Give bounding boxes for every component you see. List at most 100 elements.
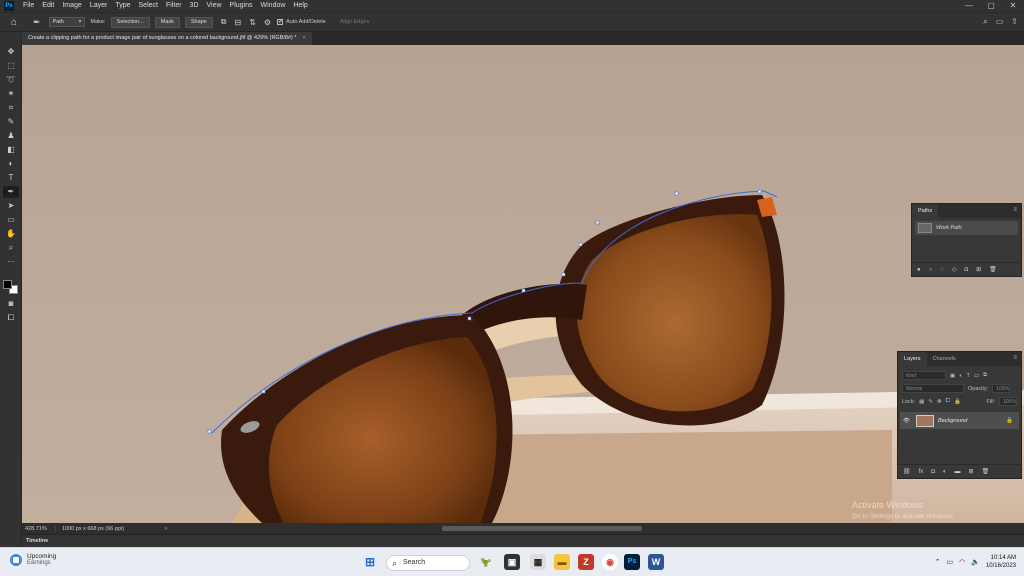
menu-image[interactable]: Image — [58, 0, 85, 12]
foreground-color-swatch[interactable] — [3, 280, 12, 289]
calculator-icon[interactable]: ▦ — [530, 554, 546, 570]
fill-field[interactable]: 100% — [999, 397, 1017, 406]
add-mask-icon[interactable]: ◘ — [964, 267, 968, 273]
adjustment-layer-icon[interactable]: ◐ — [943, 469, 947, 475]
work-path-row[interactable]: Work Path — [915, 221, 1018, 235]
weather-widget[interactable]: Upcoming Earnings — [10, 553, 56, 566]
filter-shape-icon[interactable]: ▭ — [974, 373, 979, 379]
quick-mask-icon[interactable]: ◙ — [3, 298, 19, 310]
pen-tool-icon[interactable]: ✒ — [3, 186, 19, 198]
menu-select[interactable]: Select — [135, 0, 162, 12]
windows-start-icon[interactable]: ⊞ — [362, 554, 378, 570]
volume-icon[interactable]: 🔈 — [971, 558, 980, 566]
filter-type-icon[interactable]: T — [967, 373, 970, 379]
filter-smart-icon[interactable]: ⧉ — [983, 372, 987, 379]
delete-layer-icon[interactable]: 🗑 — [982, 468, 990, 475]
maximize-button[interactable]: ▢ — [980, 0, 1002, 12]
wifi-icon[interactable]: ◠ — [959, 558, 965, 566]
chrome-icon[interactable]: ◉ — [602, 554, 618, 570]
task-view-icon[interactable]: ▣ — [504, 554, 520, 570]
taskbar-search[interactable]: Search — [386, 555, 470, 571]
magic-wand-tool-icon[interactable]: ✶ — [3, 88, 19, 100]
new-layer-icon[interactable]: ⊞ — [969, 468, 974, 475]
lock-artboard-icon[interactable]: ⧠ — [946, 398, 950, 405]
type-tool-icon[interactable]: T — [3, 172, 19, 184]
document-canvas[interactable] — [22, 45, 1024, 523]
photoshop-taskbar-icon[interactable]: Ps — [624, 554, 640, 570]
close-icon[interactable]: × — [303, 35, 306, 41]
menu-3d[interactable]: 3D — [186, 0, 203, 12]
layer-kind-filter[interactable]: Kind — [902, 371, 946, 380]
lock-paint-icon[interactable]: ✎ — [928, 399, 933, 405]
lock-position-icon[interactable]: ✥ — [937, 399, 942, 405]
display-icon[interactable]: ▭ — [947, 558, 954, 566]
lock-pixels-icon[interactable]: ▦ — [919, 399, 924, 405]
align-edges-label[interactable]: Align Edges — [340, 19, 369, 25]
fill-path-icon[interactable]: ● — [917, 267, 921, 273]
document-tab[interactable]: Create a clipping path for a product ima… — [22, 32, 312, 45]
move-tool-icon[interactable]: ✥ — [3, 46, 19, 58]
make-shape-button[interactable]: Shape — [184, 16, 213, 28]
layer-row-background[interactable]: 👁 Background 🔒 — [900, 412, 1019, 429]
stroke-path-icon[interactable]: ○ — [929, 267, 933, 273]
new-group-icon[interactable]: ▬ — [955, 469, 961, 475]
brush-tool-icon[interactable]: ✎ — [3, 116, 19, 128]
lasso-tool-icon[interactable]: ➰ — [3, 74, 19, 86]
menu-view[interactable]: View — [203, 0, 226, 12]
path-arrangement-icon[interactable]: ⇅ — [249, 18, 256, 27]
filter-adjust-icon[interactable]: ◐ — [959, 373, 962, 379]
clock[interactable]: 10:14 AM 10/16/2023 — [986, 554, 1016, 570]
auto-add-delete-checkbox[interactable] — [277, 18, 283, 25]
layer-style-icon[interactable]: fx — [919, 469, 924, 475]
load-selection-icon[interactable]: ◌ — [940, 267, 944, 273]
filezilla-icon[interactable]: Z — [578, 554, 594, 570]
path-operations-icon[interactable]: ⧉ — [221, 17, 227, 27]
menu-plugins[interactable]: Plugins — [226, 0, 257, 12]
pen-tool-preset-icon[interactable]: ✒ — [33, 17, 41, 28]
make-mask-button[interactable]: Mask — [154, 16, 180, 28]
menu-filter[interactable]: Filter — [162, 0, 186, 12]
search-icon[interactable]: ⌕ — [983, 17, 987, 27]
make-selection-button[interactable]: Selection... — [110, 16, 150, 28]
word-icon[interactable]: W — [648, 554, 664, 570]
home-icon[interactable]: ⌂ — [7, 17, 21, 28]
menu-file[interactable]: File — [19, 0, 38, 12]
menu-layer[interactable]: Layer — [86, 0, 112, 12]
menu-window[interactable]: Window — [257, 0, 290, 12]
share-icon[interactable]: ⇪ — [1011, 17, 1018, 27]
make-work-path-icon[interactable]: ◇ — [952, 266, 957, 273]
menu-help[interactable]: Help — [289, 0, 311, 12]
gradient-tool-icon[interactable]: ◐ — [3, 158, 19, 170]
blend-mode-select[interactable]: Normal — [902, 384, 964, 393]
timeline-panel-tab[interactable]: Timeline — [22, 534, 1024, 547]
add-mask-icon[interactable]: ◘ — [931, 469, 935, 475]
more-tools-icon[interactable]: ··· — [3, 256, 19, 268]
opacity-field[interactable]: 100% — [992, 384, 1011, 393]
menu-edit[interactable]: Edit — [38, 0, 58, 12]
dino-app-icon[interactable]: 🦖 — [478, 554, 494, 570]
chevron-up-icon[interactable]: ⌃ — [935, 558, 941, 566]
horizontal-scrollbar[interactable] — [442, 526, 642, 531]
marquee-tool-icon[interactable]: ⬚ — [3, 60, 19, 72]
tab-channels[interactable]: Channels — [927, 352, 962, 366]
crop-tool-icon[interactable]: ⌗ — [3, 102, 19, 114]
eraser-tool-icon[interactable]: ◧ — [3, 144, 19, 156]
tool-mode-select[interactable]: Path — [48, 17, 85, 27]
visibility-eye-icon[interactable]: 👁 — [903, 418, 913, 424]
stamp-tool-icon[interactable]: ♟ — [3, 130, 19, 142]
filter-pixel-icon[interactable]: ▣ — [950, 373, 955, 379]
panel-menu-icon[interactable]: ≡ — [1013, 355, 1017, 361]
settings-gear-icon[interactable]: ⚙ — [264, 18, 271, 27]
screen-mode-icon[interactable]: ⧠ — [3, 312, 19, 324]
file-explorer-icon[interactable]: ▬ — [554, 554, 570, 570]
lock-all-icon[interactable]: 🔒 — [954, 399, 961, 405]
zoom-tool-icon[interactable]: ⌕ — [3, 242, 19, 254]
zoom-level[interactable]: 428.71% — [22, 525, 56, 532]
delete-path-icon[interactable]: 🗑 — [989, 266, 997, 273]
tab-layers[interactable]: Layers — [898, 352, 927, 366]
hand-tool-icon[interactable]: ✋ — [3, 228, 19, 240]
menu-type[interactable]: Type — [111, 0, 134, 12]
workspace-icon[interactable]: ▭ — [996, 17, 1004, 27]
tab-paths[interactable]: Paths — [912, 204, 939, 218]
new-path-icon[interactable]: ⊞ — [976, 266, 981, 273]
